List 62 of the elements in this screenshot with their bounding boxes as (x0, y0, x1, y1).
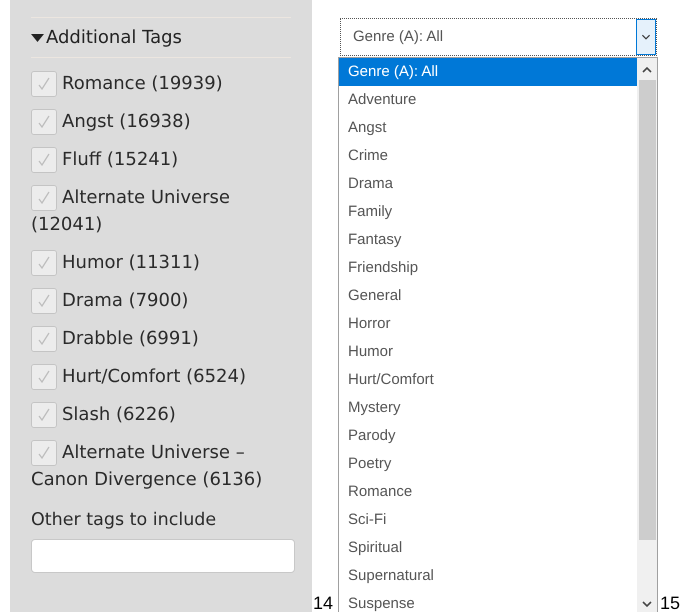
checkbox[interactable] (31, 71, 57, 97)
checkmark-icon (37, 256, 51, 270)
page-number[interactable]: 14 (313, 590, 334, 612)
dropdown-option[interactable]: Supernatural (339, 562, 637, 590)
dropdown-option[interactable]: Humor (339, 338, 637, 366)
checkbox[interactable] (31, 326, 57, 352)
checkbox[interactable] (31, 185, 57, 211)
dropdown-option[interactable]: Spiritual (339, 534, 637, 562)
tag-label[interactable]: Romance (19939) (31, 70, 291, 97)
dropdown-option[interactable]: Angst (339, 114, 637, 142)
scroll-down-icon[interactable] (642, 600, 652, 608)
dropdown-option[interactable]: Genre (A): All (339, 58, 637, 86)
checkmark-icon (37, 370, 51, 384)
checkmark-icon (37, 446, 51, 460)
dropdown-option[interactable]: Friendship (339, 254, 637, 282)
tag-label[interactable]: Humor (11311) (31, 249, 291, 276)
caret-icon[interactable] (31, 34, 44, 42)
dropdown-option[interactable]: Fantasy (339, 226, 637, 254)
field-label: Other tags to include (31, 509, 218, 532)
genre-dropdown[interactable]: Genre (A): All (340, 18, 657, 56)
scrollbar-thumb[interactable] (638, 80, 656, 540)
checkbox[interactable] (31, 402, 57, 428)
tag-label[interactable]: Hurt/Comfort (6524) (31, 363, 291, 390)
dropdown-option[interactable]: Romance (339, 478, 637, 506)
checkmark-icon (37, 153, 51, 167)
checkmark-icon (37, 115, 51, 129)
checkmark-icon (37, 332, 51, 346)
dropdown-option[interactable]: Suspense (339, 590, 637, 612)
checkbox[interactable] (31, 364, 57, 390)
scrollbar[interactable] (637, 58, 657, 612)
input-field[interactable] (31, 539, 295, 574)
dropdown-option[interactable]: Family (339, 198, 637, 226)
tag-label[interactable]: Drama (7900) (31, 287, 291, 314)
checkmark-icon (37, 191, 51, 205)
dropdown-option[interactable]: Drama (339, 170, 637, 198)
chevron-down-icon[interactable] (636, 19, 656, 55)
checkmark-icon (37, 77, 51, 91)
tag-label[interactable]: Slash (6226) (31, 401, 291, 428)
dropdown-option[interactable]: General (339, 282, 637, 310)
dropdown-option[interactable]: Parody (339, 422, 637, 450)
checkmark-icon (37, 408, 51, 422)
dropdown-option[interactable]: Horror (339, 310, 637, 338)
dropdown-option[interactable]: Sci-Fi (339, 506, 637, 534)
tag-label[interactable]: Fluff (15241) (31, 146, 291, 173)
dropdown-option[interactable]: Crime (339, 142, 637, 170)
checkbox[interactable] (31, 147, 57, 173)
tag-label[interactable]: Angst (16938) (31, 108, 291, 135)
section-heading[interactable]: Additional Tags (46, 24, 182, 51)
dropdown-option[interactable]: Hurt/Comfort (339, 366, 637, 394)
checkbox[interactable] (31, 250, 57, 276)
checkbox[interactable] (31, 109, 57, 135)
checkbox[interactable] (31, 440, 57, 466)
tag-label[interactable]: Alternate Universe – Canon Divergence (6136) (31, 439, 291, 493)
scroll-up-icon[interactable] (642, 66, 652, 74)
dropdown-option[interactable]: Adventure (339, 86, 637, 114)
page-number[interactable]: 15 (660, 590, 680, 612)
tag-label[interactable]: Drabble (6991) (31, 325, 291, 352)
checkbox[interactable] (31, 288, 57, 314)
dropdown-option[interactable]: Mystery (339, 394, 637, 422)
tag-label[interactable]: Alternate Universe (12041) (31, 184, 291, 238)
checkmark-icon (37, 294, 51, 308)
dropdown-option[interactable]: Poetry (339, 450, 637, 478)
